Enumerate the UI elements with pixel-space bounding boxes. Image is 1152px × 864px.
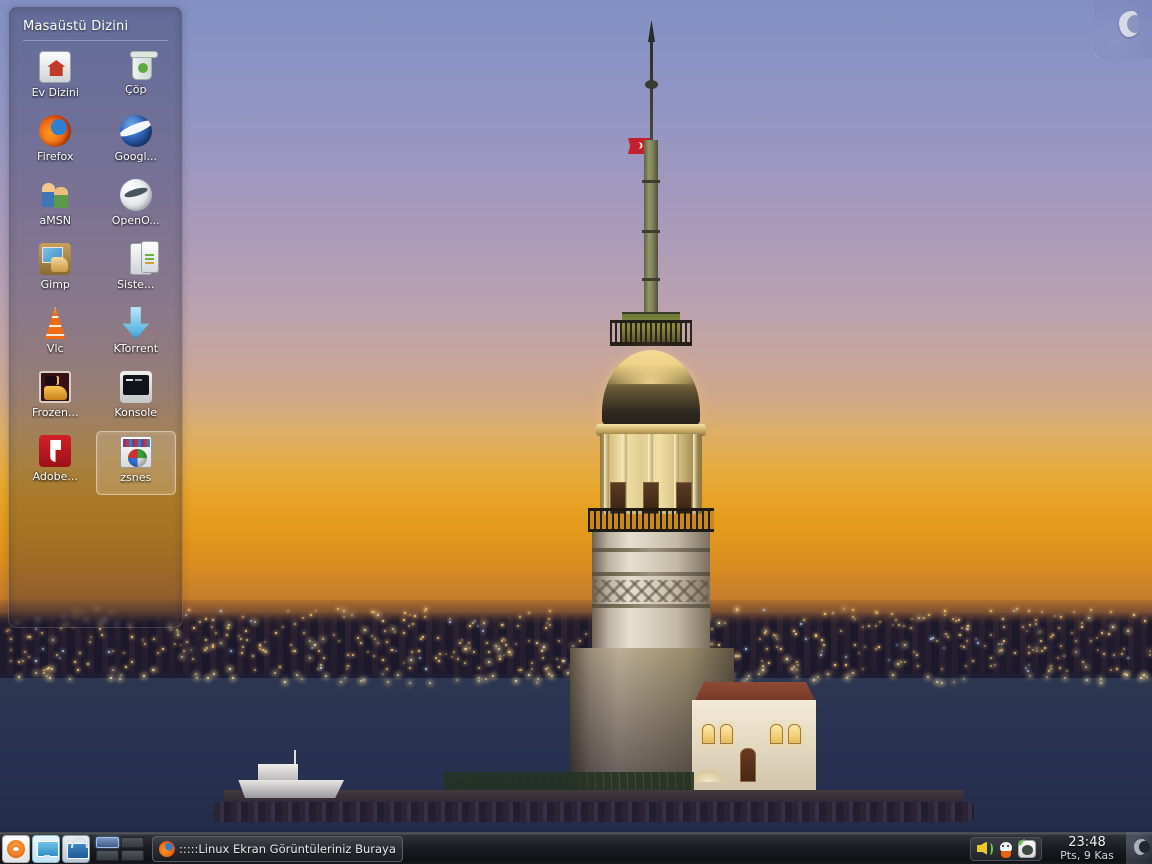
package-kit-tray-icon[interactable] [997, 840, 1015, 858]
digital-clock[interactable]: 23:48 Pts, 9 Kas [1048, 836, 1126, 861]
breakwater-rocks [214, 802, 974, 822]
openoffice-icon [119, 179, 152, 211]
desktop-icon-label: Vlc [46, 342, 64, 355]
desktop-icon-label: OpenO... [111, 214, 160, 227]
virtual-desktop-pager[interactable] [96, 836, 144, 861]
dome-uplight-glow [604, 350, 698, 384]
virtual-desktop-2[interactable] [121, 836, 144, 848]
vlc-cone-icon [45, 307, 66, 339]
task-button[interactable]: :::::Linux Ekran Görüntüleriniz Buraya [152, 835, 403, 862]
adobe-reader-icon [39, 435, 72, 467]
show-desktop-launcher[interactable] [32, 834, 60, 863]
desktop-icon-gimp[interactable]: Gimp [15, 239, 96, 303]
shaft-stone-pattern [594, 580, 708, 602]
lantern-railing [610, 320, 692, 346]
tower-drum [600, 434, 702, 514]
shaft-band [592, 604, 710, 608]
system-monitor-icon [129, 241, 159, 275]
desktop-icon-openo[interactable]: OpenO... [96, 175, 177, 239]
desktop-icon-siste[interactable]: Siste... [96, 239, 177, 303]
mast-ring [642, 230, 660, 233]
umbrella [692, 770, 724, 782]
folder-widget-title: Masaüstü Dizini [23, 19, 129, 34]
clock-time: 23:48 [1068, 834, 1106, 850]
mast [644, 140, 658, 316]
speaker-volume-icon [987, 842, 993, 855]
ktorrent-arrow-icon [122, 307, 150, 339]
trash-bin-icon [129, 51, 158, 80]
virtual-desktop-1[interactable] [96, 836, 119, 848]
desktop-icon-amsn[interactable]: aMSN [15, 175, 96, 239]
annex-door [740, 748, 756, 782]
desktop-icon--p[interactable]: Çöp [96, 47, 177, 111]
desktop-icon-grid: Ev Dizini Çöp Firefox Googl... aMSN OpenO... G… [15, 47, 176, 495]
konsole-terminal-icon [119, 371, 152, 403]
gimp-icon [39, 243, 72, 275]
spire-knob [645, 80, 658, 89]
balcony-railing [588, 508, 714, 532]
frozen-bubble-icon [39, 371, 72, 403]
desktop-icon-ktorrent[interactable]: KTorrent [96, 303, 177, 367]
maidens-tower [214, 20, 974, 822]
boat [234, 750, 344, 798]
firefox-icon [159, 840, 175, 857]
desktop-icon-label: Firefox [37, 150, 74, 163]
desktop-icon-label: Ev Dizini [31, 86, 79, 99]
desktop-icon-label: KTorrent [113, 342, 159, 355]
desktop-icon-zsnes[interactable]: zsnes [95, 431, 176, 495]
task-button-label: :::::Linux Ekran Görüntüleriniz Buraya [179, 841, 396, 856]
shaft-band [592, 548, 710, 552]
desktop-icon-label: zsnes [120, 471, 152, 484]
desktop-folder-widget[interactable]: Masaüstü Dizini Ev Dizini Çöp Firefox Googl… [8, 6, 183, 628]
virtual-desktop-3[interactable] [96, 849, 119, 861]
desktop-icon-vlc[interactable]: Vlc [15, 303, 96, 367]
desktop-icon-label: aMSN [39, 214, 71, 227]
desktop-icon-label: Gimp [40, 278, 70, 291]
zsnes-emulator-icon [119, 436, 152, 468]
desktop-icon-konsole[interactable]: Konsole [96, 367, 177, 431]
google-earth-icon [119, 115, 152, 147]
desktop-icon-label: Konsole [114, 406, 158, 419]
shaft-band [592, 572, 710, 576]
desktop-icon-label: Googl... [114, 150, 157, 163]
desktop-icon-label: Frozen... [31, 406, 79, 419]
mast-ring [642, 180, 660, 183]
taskbar-panel[interactable]: :::::Linux Ekran Görüntüleriniz Buraya 2… [0, 832, 1152, 864]
folder-widget-divider [23, 40, 168, 41]
plasma-toolbox-cashew[interactable] [1094, 0, 1152, 58]
desktop-icon-firefox[interactable]: Firefox [15, 111, 96, 175]
desktop-icon-label: Siste... [117, 278, 155, 291]
remote-desktop-launcher[interactable] [62, 834, 90, 863]
panel-toolbox-cashew[interactable] [1126, 832, 1152, 864]
quick-launch-area [0, 834, 90, 863]
desktop-icon-ev-dizini[interactable]: Ev Dizini [15, 47, 96, 111]
pardus-menu-launcher[interactable] [2, 834, 30, 863]
update-status-tray-icon[interactable] [1017, 836, 1036, 858]
desktop-icon-label: Çöp [125, 83, 147, 96]
system-tray [970, 836, 1042, 861]
mast-ring [642, 278, 660, 281]
clock-date: Pts, 9 Kas [1060, 848, 1114, 862]
home-folder-icon [39, 51, 72, 83]
plasma-panel-cashew-icon [1134, 839, 1150, 855]
desktop-icon-adobe[interactable]: Adobe... [15, 431, 96, 495]
desktop-icon-frozen[interactable]: Frozen... [15, 367, 96, 431]
plasma-cashew-icon [1119, 11, 1144, 37]
flag-crescent [634, 142, 641, 149]
desktop-icon-label: Adobe... [32, 470, 78, 483]
amsn-messenger-icon [39, 179, 71, 211]
task-manager: :::::Linux Ekran Görüntüleriniz Buraya [152, 835, 970, 862]
virtual-desktop-4[interactable] [121, 849, 144, 861]
volume-tray-icon[interactable] [976, 840, 994, 858]
cat-kitten-icon [1002, 844, 1004, 847]
desktop-icon-googl[interactable]: Googl... [96, 111, 177, 175]
firefox-icon [39, 115, 72, 147]
